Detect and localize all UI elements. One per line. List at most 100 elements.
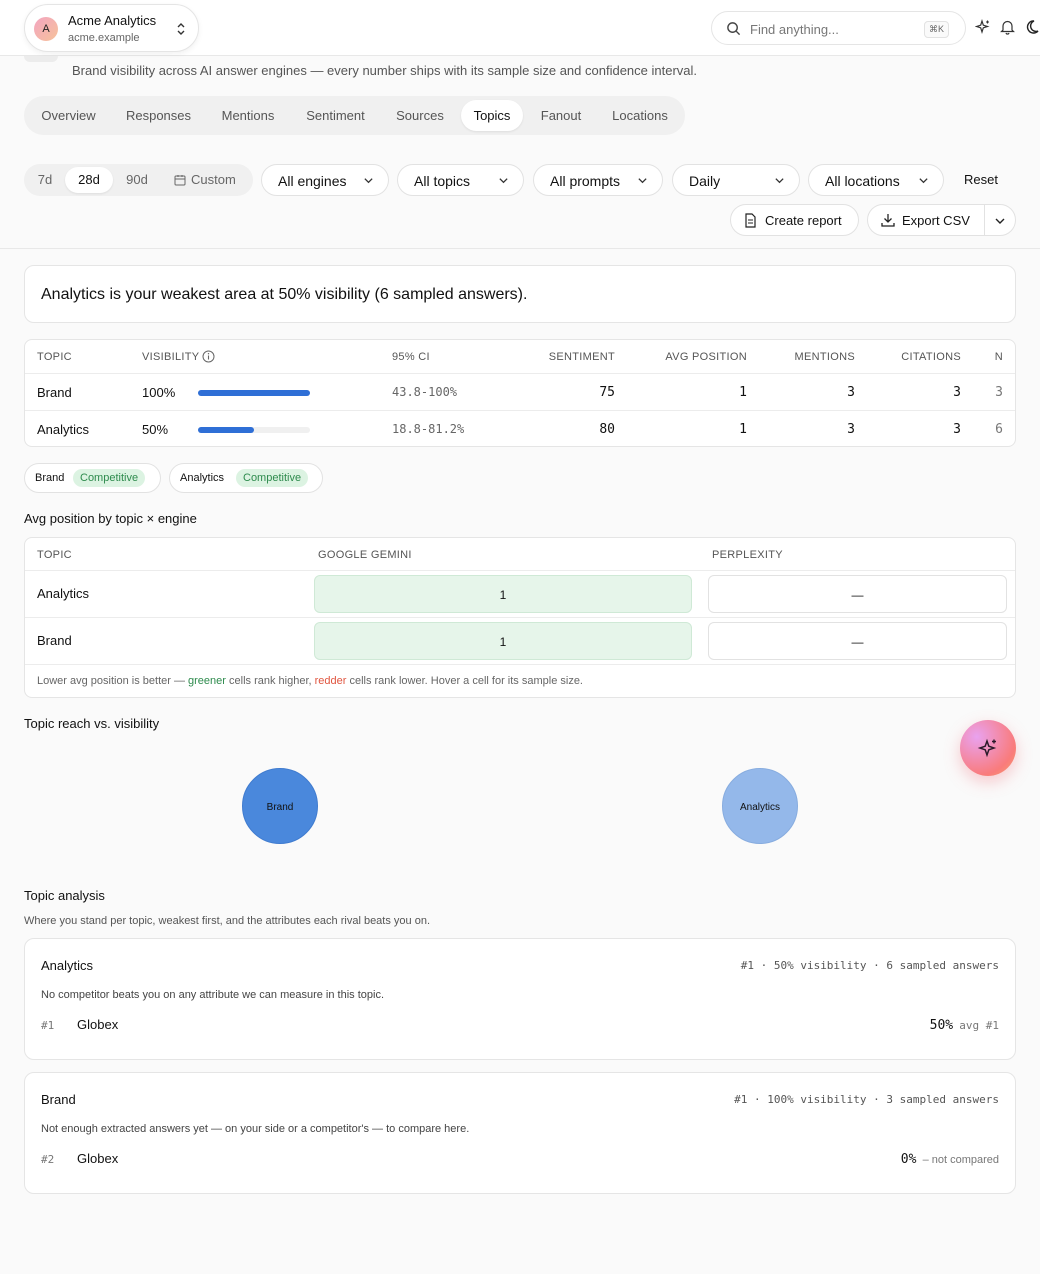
- search-placeholder: Find anything...: [750, 22, 839, 37]
- row-mentions: 3: [847, 422, 855, 437]
- rival-score: 0% – not compared: [900, 1152, 999, 1167]
- range-90d[interactable]: 90d: [116, 167, 158, 193]
- topics-dropdown-label: All topics: [414, 173, 471, 189]
- rival-name: Globex: [77, 1017, 119, 1032]
- range-custom[interactable]: Custom: [164, 167, 248, 193]
- tab-overview[interactable]: Overview: [28, 100, 109, 131]
- tab-fanout[interactable]: Fanout: [527, 100, 595, 131]
- table-row[interactable]: Analytics 50% 18.8-81.2% 80 1 3 3 6: [25, 410, 1015, 447]
- tab-sources[interactable]: Sources: [383, 100, 457, 131]
- info-icon[interactable]: [202, 350, 215, 363]
- granularity-dropdown[interactable]: Daily: [672, 164, 800, 196]
- document-icon: [744, 213, 757, 228]
- row-topic: Analytics: [37, 422, 90, 437]
- col-citations: CITATIONS: [901, 351, 961, 363]
- row-avg-position: 1: [739, 385, 747, 400]
- export-csv-button[interactable]: Export CSV: [867, 204, 985, 236]
- tab-locations[interactable]: Locations: [599, 100, 681, 131]
- row-avg-position: 1: [739, 422, 747, 437]
- row-topic: Brand: [37, 385, 72, 400]
- create-report-label: Create report: [765, 213, 842, 228]
- col-ci: 95% CI: [392, 351, 430, 363]
- chip-label: Analytics: [180, 472, 225, 484]
- row-citations: 3: [953, 385, 961, 400]
- visibility-bar: [198, 390, 310, 396]
- rival-name: Globex: [77, 1151, 119, 1166]
- download-icon: [881, 213, 895, 227]
- row-sentiment: 80: [599, 422, 615, 437]
- org-switcher[interactable]: A Acme Analytics acme.example: [24, 4, 199, 52]
- card-meta: #1 · 100% visibility · 3 sampled answers: [734, 1093, 999, 1106]
- position-cell[interactable]: 1: [314, 622, 692, 660]
- competitive-badge: Competitive: [73, 469, 146, 487]
- chevron-up-down-icon: [176, 21, 186, 37]
- col-topic: TOPIC: [37, 351, 72, 363]
- row-ci: 43.8-100%: [392, 385, 458, 399]
- row-visibility: 50%: [142, 422, 169, 437]
- topic-analysis-subtitle: Where you stand per topic, weakest first…: [24, 915, 430, 927]
- position-cell[interactable]: 1: [314, 575, 692, 613]
- row-mentions: 3: [847, 385, 855, 400]
- sparkles-icon[interactable]: [975, 19, 991, 35]
- tab-sentiment[interactable]: Sentiment: [292, 100, 379, 131]
- table-row: Brand 1 —: [25, 617, 1015, 664]
- moon-icon[interactable]: [1024, 19, 1039, 35]
- row-ci: 18.8-81.2%: [392, 422, 465, 436]
- row-visibility: 100%: [142, 385, 176, 400]
- range-7d[interactable]: 7d: [28, 167, 62, 193]
- tab-mentions[interactable]: Mentions: [208, 100, 288, 131]
- visibility-bar-fill: [198, 427, 254, 433]
- col-avg-position: AVG POSITION: [665, 351, 747, 363]
- reset-button[interactable]: Reset: [964, 172, 998, 187]
- row-sentiment: 75: [599, 385, 615, 400]
- search-shortcut: ⌘K: [923, 21, 949, 38]
- table-row[interactable]: Brand 100% 43.8-100% 75 1 3 3 3: [25, 373, 1015, 410]
- topic-table: TOPIC VISIBILITY 95% CI SENTIMENT AVG PO…: [24, 339, 1016, 447]
- position-cell[interactable]: —: [708, 622, 1007, 660]
- export-options-button[interactable]: [984, 204, 1016, 236]
- position-cell[interactable]: —: [708, 575, 1007, 613]
- search-box[interactable]: Find anything... ⌘K: [711, 11, 966, 45]
- tab-responses[interactable]: Responses: [113, 100, 204, 131]
- topic-chip-brand[interactable]: Brand Competitive: [24, 463, 161, 493]
- position-grid-title: Avg position by topic × engine: [24, 511, 197, 526]
- insight-card: Analytics is your weakest area at 50% vi…: [24, 265, 1016, 323]
- prompts-dropdown-label: All prompts: [550, 173, 621, 189]
- rival-rank: #1: [41, 1019, 55, 1032]
- bubble-brand[interactable]: Brand: [242, 768, 318, 844]
- engines-dropdown[interactable]: All engines: [261, 164, 389, 196]
- create-report-button[interactable]: Create report: [730, 204, 859, 236]
- card-description: No competitor beats you on any attribute…: [41, 989, 385, 1001]
- col-visibility: VISIBILITY: [142, 350, 215, 363]
- range-28d[interactable]: 28d: [65, 167, 113, 193]
- chevron-down-icon: [918, 175, 929, 186]
- bell-icon[interactable]: [1000, 19, 1015, 35]
- topic-chip-analytics[interactable]: Analytics Competitive: [169, 463, 323, 493]
- position-grid-note: Lower avg position is better — greener c…: [37, 675, 583, 687]
- topics-dropdown[interactable]: All topics: [397, 164, 524, 196]
- locations-dropdown[interactable]: All locations: [808, 164, 944, 196]
- card-topic: Analytics: [41, 958, 94, 973]
- bubble-analytics[interactable]: Analytics: [722, 768, 798, 844]
- date-range-toggle: 7d 28d 90d Custom: [24, 164, 253, 196]
- grid-footer-divider: [25, 664, 1015, 665]
- ai-assistant-button[interactable]: [960, 720, 1016, 776]
- org-name: Acme Analytics: [68, 13, 157, 28]
- chevron-down-icon: [363, 175, 374, 186]
- chevron-down-icon: [994, 215, 1006, 227]
- page-subtitle: Brand visibility across AI answer engine…: [72, 63, 698, 78]
- export-csv-label: Export CSV: [902, 213, 970, 228]
- col-google-gemini: GOOGLE GEMINI: [318, 549, 412, 561]
- tab-bar: Overview Responses Mentions Sentiment So…: [24, 96, 685, 135]
- visibility-bar-fill: [198, 390, 310, 396]
- rival-score: 50% avg #1: [929, 1018, 999, 1033]
- tab-topics[interactable]: Topics: [461, 100, 523, 131]
- reach-bubble-chart: Brand Analytics: [242, 768, 798, 844]
- search-icon: [726, 21, 741, 36]
- prompts-dropdown[interactable]: All prompts: [533, 164, 663, 196]
- range-custom-label: Custom: [191, 172, 236, 187]
- topic-analysis-card: Analytics #1 · 50% visibility · 6 sample…: [24, 938, 1016, 1060]
- granularity-dropdown-label: Daily: [689, 173, 721, 189]
- chip-label: Brand: [35, 472, 65, 484]
- topic-analysis-title: Topic analysis: [24, 888, 105, 903]
